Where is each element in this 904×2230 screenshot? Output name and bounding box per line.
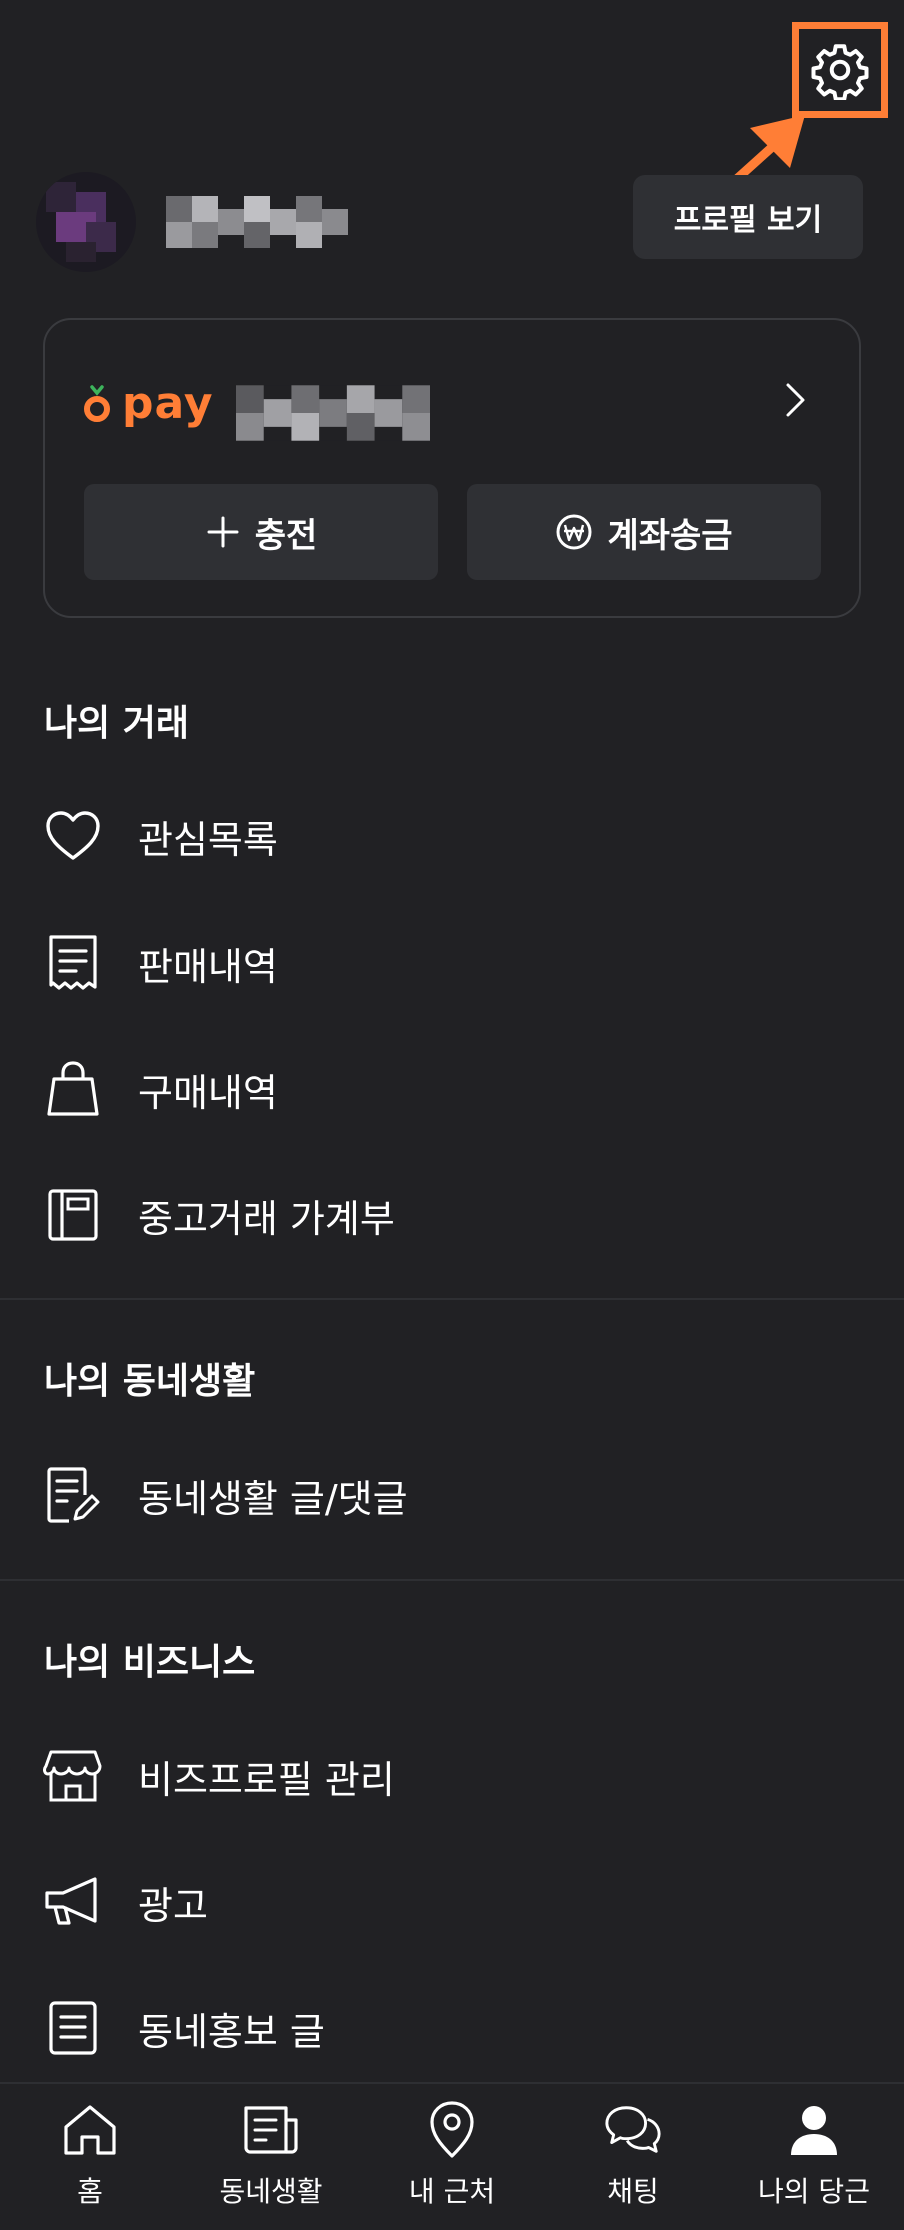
menu-label: 관심목록 bbox=[138, 817, 278, 862]
menu-item-purchase-history[interactable]: 구매내역 bbox=[0, 1034, 904, 1144]
menu-item-sales-history[interactable]: 판매내역 bbox=[0, 908, 904, 1018]
settings-gear-icon[interactable] bbox=[810, 40, 870, 102]
charge-button[interactable]: 충전 bbox=[84, 484, 438, 580]
chat-bubbles-icon bbox=[603, 2100, 663, 2160]
nav-label: 동네생활 bbox=[219, 2175, 323, 2208]
heart-icon bbox=[42, 805, 104, 867]
pay-brand-text: pay bbox=[122, 378, 214, 429]
section-divider bbox=[0, 1298, 904, 1300]
section-title-trade: 나의 거래 bbox=[44, 703, 190, 744]
section-title-community: 나의 동네생활 bbox=[44, 1361, 256, 1402]
view-profile-button[interactable]: 프로필 보기 bbox=[633, 175, 863, 259]
plus-icon bbox=[207, 516, 239, 548]
nav-label: 나의 당근 bbox=[758, 2175, 870, 2208]
nav-label: 채팅 bbox=[607, 2175, 659, 2208]
menu-label: 중고거래 가계부 bbox=[138, 1196, 395, 1241]
menu-label: 동네생활 글/댓글 bbox=[138, 1476, 408, 1521]
nav-community[interactable]: 동네생활 bbox=[181, 2100, 361, 2220]
menu-item-ledger[interactable]: 중고거래 가계부 bbox=[0, 1160, 904, 1270]
avatar[interactable] bbox=[36, 172, 136, 272]
nav-nearby[interactable]: 내 근처 bbox=[362, 2100, 542, 2220]
pay-logo: pay bbox=[82, 378, 214, 429]
carrot-o-icon bbox=[84, 384, 110, 422]
receipt-icon bbox=[42, 932, 104, 994]
charge-label: 충전 bbox=[254, 515, 318, 556]
menu-label: 광고 bbox=[138, 1883, 208, 1928]
menu-item-watchlist[interactable]: 관심목록 bbox=[0, 781, 904, 891]
megaphone-icon bbox=[42, 1871, 104, 1933]
won-circle-icon bbox=[556, 514, 592, 550]
nav-label: 홈 bbox=[77, 2175, 103, 2208]
document-list-icon bbox=[42, 1997, 104, 2059]
shopping-bag-icon bbox=[42, 1058, 104, 1120]
section-divider bbox=[0, 1579, 904, 1581]
nickname-blurred bbox=[166, 196, 348, 248]
menu-label: 비즈프로필 관리 bbox=[138, 1757, 395, 1802]
location-pin-icon bbox=[422, 2100, 482, 2160]
menu-item-local-promo[interactable]: 동네홍보 글 bbox=[0, 1973, 904, 2083]
menu-label: 동네홍보 글 bbox=[138, 2009, 325, 2054]
nav-my-karrot[interactable]: 나의 당근 bbox=[724, 2100, 904, 2220]
pay-balance-blurred bbox=[236, 385, 430, 441]
document-edit-icon bbox=[42, 1464, 104, 1526]
menu-label: 구매내역 bbox=[138, 1070, 278, 1115]
nav-label: 내 근처 bbox=[408, 2175, 496, 2208]
bank-transfer-label: 계좌송금 bbox=[607, 515, 733, 556]
menu-item-ads[interactable]: 광고 bbox=[0, 1847, 904, 1957]
bank-transfer-button[interactable]: 계좌송금 bbox=[467, 484, 821, 580]
newspaper-icon bbox=[241, 2100, 301, 2160]
ledger-book-icon bbox=[42, 1184, 104, 1246]
nav-chat[interactable]: 채팅 bbox=[543, 2100, 723, 2220]
menu-label: 판매내역 bbox=[138, 944, 278, 989]
section-title-business: 나의 비즈니스 bbox=[44, 1642, 256, 1683]
nav-home[interactable]: 홈 bbox=[0, 2100, 180, 2220]
menu-item-biz-profile[interactable]: 비즈프로필 관리 bbox=[0, 1721, 904, 1831]
chevron-right-icon[interactable] bbox=[778, 380, 812, 420]
person-icon bbox=[784, 2100, 844, 2160]
storefront-icon bbox=[42, 1745, 104, 1807]
menu-item-community-posts[interactable]: 동네생활 글/댓글 bbox=[0, 1440, 904, 1550]
home-icon bbox=[60, 2100, 120, 2160]
